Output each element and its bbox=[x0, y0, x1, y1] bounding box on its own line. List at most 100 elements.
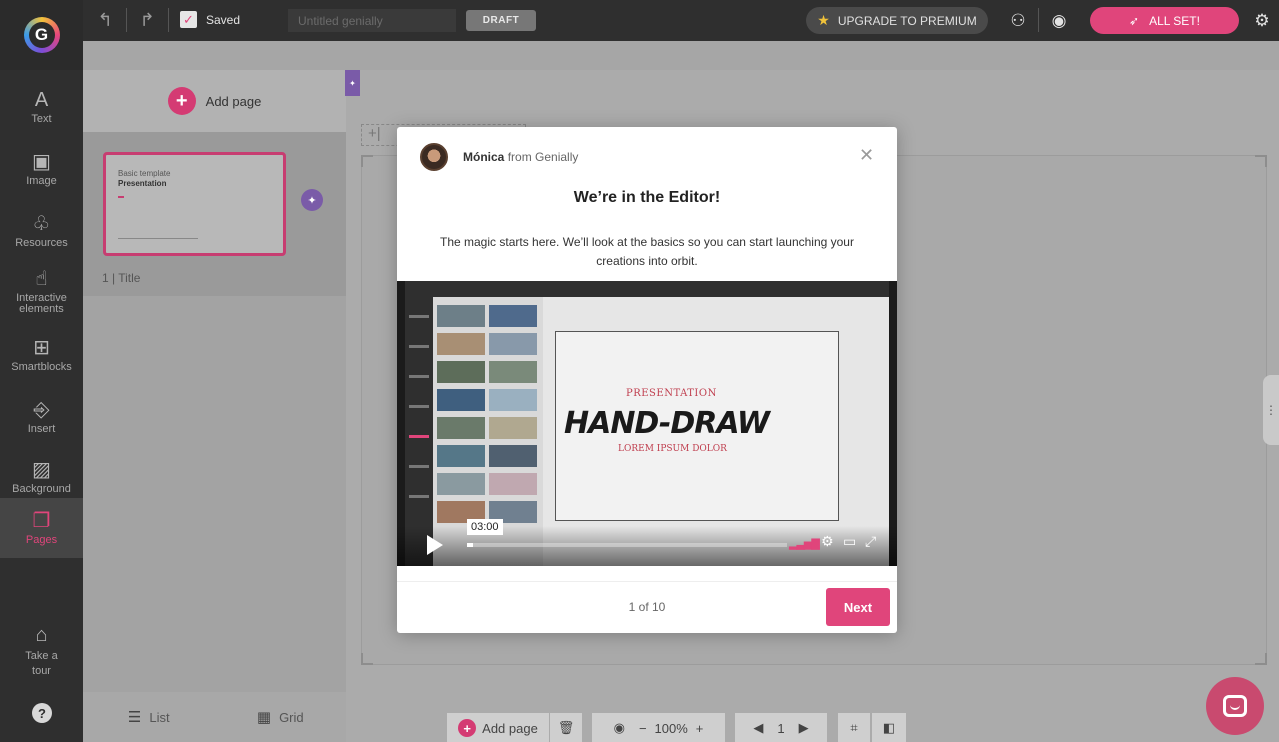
sidebar-item-label: Resources bbox=[15, 237, 68, 249]
list-label: List bbox=[149, 709, 170, 725]
genially-logo[interactable]: G bbox=[0, 0, 83, 70]
page-item[interactable]: Basic template Presentation ✦ 1 | Title bbox=[83, 132, 346, 296]
divider bbox=[1038, 8, 1039, 32]
next-button[interactable]: Next bbox=[826, 588, 890, 626]
page-thumbnail[interactable]: Basic template Presentation bbox=[103, 152, 286, 256]
close-button[interactable]: ✕ bbox=[859, 146, 874, 164]
canvas-corner bbox=[361, 155, 373, 167]
undo-button[interactable]: ↰ bbox=[92, 6, 118, 34]
eye-icon: ◉ bbox=[1051, 11, 1067, 30]
video-thumbnail bbox=[489, 389, 537, 411]
all-set-button[interactable]: ➶ ALL SET! bbox=[1090, 7, 1239, 34]
divider bbox=[168, 8, 169, 32]
previous-page-button[interactable]: ◀ bbox=[753, 720, 763, 736]
sidebar-item-pages[interactable]: ❐ Pages bbox=[0, 498, 83, 558]
list-view-button[interactable]: ☰ List bbox=[83, 692, 215, 742]
upgrade-label: UPGRADE TO PREMIUM bbox=[837, 13, 977, 28]
slide-big-title: HAND-DRAW bbox=[564, 406, 770, 441]
canvas-corner bbox=[1255, 155, 1267, 167]
take-a-tour-button[interactable]: ⌂ Take a tour bbox=[0, 616, 83, 686]
redo-button[interactable]: ↱ bbox=[134, 6, 160, 34]
sidebar-item-label: Text bbox=[31, 113, 52, 125]
add-element-icon: +| bbox=[368, 125, 381, 142]
grid-label: Grid bbox=[279, 709, 304, 725]
chat-icon bbox=[1223, 695, 1247, 717]
top-bar: ↰ ↱ ✓ Saved DRAFT ★ UPGRADE TO PREMIUM ⚇… bbox=[0, 0, 1279, 41]
modal-body: The magic starts here. We’ll look at the… bbox=[440, 235, 854, 268]
all-set-label: ALL SET! bbox=[1149, 13, 1200, 28]
tutorial-video[interactable]: PRESENTATION HAND-DRAW LOREM IPSUM DOLOR… bbox=[397, 281, 897, 566]
video-gear-icon: ⚙ bbox=[821, 533, 834, 549]
avatar bbox=[420, 143, 448, 171]
video-thumbnail bbox=[437, 333, 485, 355]
sidebar-item-interactive-elements[interactable]: ☝ Interactive elements bbox=[0, 260, 83, 322]
video-thumbnail bbox=[437, 305, 485, 327]
video-thumbnail bbox=[437, 361, 485, 383]
upgrade-button[interactable]: ★ UPGRADE TO PREMIUM bbox=[806, 7, 988, 34]
preview-eye-icon[interactable]: ◉ bbox=[614, 720, 625, 736]
delete-page-button[interactable]: 🗑 bbox=[550, 713, 582, 742]
fit-to-screen-button[interactable]: ⌗ bbox=[838, 713, 870, 742]
sidebar-item-text[interactable]: A Text bbox=[0, 76, 83, 138]
video-settings-button[interactable]: ⚙ bbox=[821, 533, 834, 550]
help-button[interactable]: ? bbox=[32, 703, 52, 723]
video-sidebar-item bbox=[409, 465, 429, 468]
sidebar-item-insert[interactable]: ⎆ Insert bbox=[0, 386, 83, 448]
sidebar-item-label: Smartblocks bbox=[11, 361, 72, 373]
sidebar-item-resources[interactable]: ♧ Resources bbox=[0, 200, 83, 262]
bottom-add-page-button[interactable]: + Add page bbox=[447, 713, 549, 742]
airplay-button[interactable]: ▭ bbox=[843, 533, 856, 550]
chat-button[interactable] bbox=[1206, 677, 1264, 735]
sender-from: from Genially bbox=[507, 150, 579, 164]
sub-toolbar-strip bbox=[83, 41, 1279, 70]
interactive-icon: ☝ bbox=[35, 267, 48, 290]
modal-footer-divider bbox=[397, 581, 897, 582]
trash-icon: 🗑 bbox=[557, 720, 575, 735]
page-label: 1 | Title bbox=[102, 271, 141, 285]
video-thumbnail bbox=[489, 361, 537, 383]
logo-letter: G bbox=[28, 22, 55, 48]
volume-icon[interactable]: ▂▃▅▇ bbox=[789, 537, 820, 550]
bottom-add-page-label: Add page bbox=[482, 720, 538, 736]
onboarding-modal: Mónica from Genially ✕ We’re in the Edit… bbox=[397, 127, 897, 633]
fullscreen-button[interactable]: ⤢ bbox=[865, 533, 876, 550]
next-page-button[interactable]: ▶ bbox=[799, 720, 809, 736]
add-collaborator-button[interactable]: ⚇ bbox=[1001, 6, 1035, 36]
more-vertical-icon: ⋮ bbox=[1265, 403, 1277, 417]
video-thumbnail bbox=[437, 417, 485, 439]
right-panel-handle[interactable]: ⋮ bbox=[1263, 375, 1279, 445]
video-sidebar-item bbox=[409, 375, 429, 378]
sidebar-item-smartblocks[interactable]: ⊞ Smartblocks bbox=[0, 324, 83, 386]
sidebar-item-label: Image bbox=[26, 175, 57, 187]
title-input[interactable] bbox=[288, 9, 456, 32]
add-page-button[interactable]: + Add page bbox=[83, 70, 346, 132]
gear-icon: ⚙ bbox=[1254, 11, 1270, 30]
video-progress-bar[interactable] bbox=[467, 543, 787, 547]
video-sidebar-item bbox=[409, 405, 429, 408]
zoom-out-button[interactable]: − bbox=[639, 721, 647, 736]
preview-button[interactable]: ◉ bbox=[1042, 6, 1076, 36]
video-slide: PRESENTATION HAND-DRAW LOREM IPSUM DOLOR bbox=[555, 331, 839, 521]
smartblocks-icon: ⊞ bbox=[33, 337, 50, 359]
airplay-icon: ▭ bbox=[843, 533, 857, 549]
video-sidebar-item bbox=[409, 345, 429, 348]
magic-wand-button[interactable]: ✦ bbox=[301, 189, 323, 211]
video-thumbnail bbox=[489, 473, 537, 495]
grid-icon: ▦ bbox=[256, 709, 272, 726]
video-editor-topbar bbox=[405, 281, 889, 297]
play-button[interactable] bbox=[427, 535, 443, 555]
sidebar-item-label: Pages bbox=[25, 534, 58, 546]
step-counter: 1 of 10 bbox=[628, 600, 666, 614]
slide-small-title: PRESENTATION bbox=[626, 388, 717, 399]
settings-button[interactable]: ⚙ bbox=[1245, 6, 1279, 36]
zoom-controls: ◉ − 100% + bbox=[592, 713, 725, 742]
zoom-in-button[interactable]: + bbox=[696, 721, 704, 736]
split-view-button[interactable]: ◧ bbox=[872, 713, 906, 742]
grid-view-button[interactable]: ▦ Grid bbox=[215, 692, 347, 742]
sidebar-item-image[interactable]: ▣ Image bbox=[0, 138, 83, 200]
draft-badge: DRAFT bbox=[466, 10, 536, 31]
insert-icon: ⎆ bbox=[33, 399, 50, 421]
thumb-title-text: Presentation bbox=[118, 179, 167, 188]
pin-tab[interactable]: ✦ bbox=[345, 70, 360, 96]
canvas-corner bbox=[1255, 653, 1267, 665]
